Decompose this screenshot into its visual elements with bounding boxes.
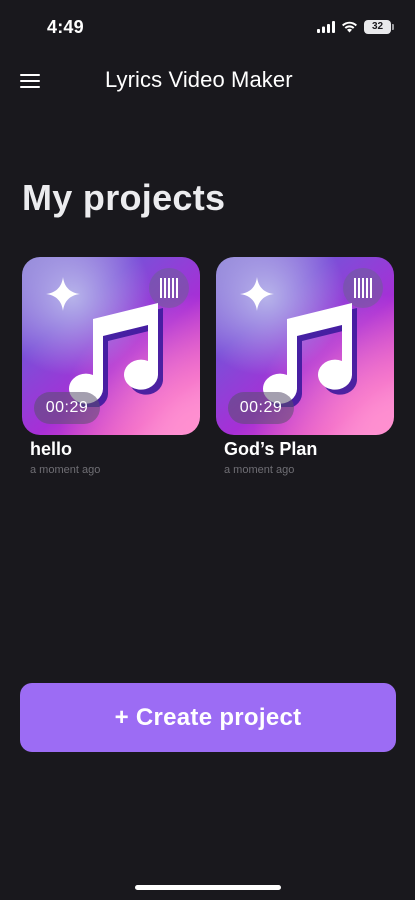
project-card[interactable]: 00:29 God’s Plan a moment ago (216, 257, 394, 476)
project-name: God’s Plan (224, 439, 318, 459)
project-updated-time: a moment ago (224, 464, 295, 476)
music-note-icon (69, 303, 163, 407)
wifi-icon (341, 21, 358, 33)
project-card[interactable]: 00:29 hello a moment ago (22, 257, 200, 476)
hamburger-menu-icon[interactable] (18, 70, 42, 92)
signal-icon (317, 21, 335, 33)
duration-badge: 00:29 (34, 392, 100, 424)
status-time: 4:49 (47, 17, 84, 37)
app-bar: Lyrics Video Maker (0, 56, 415, 106)
status-icons: 32 (317, 19, 394, 35)
project-thumbnail[interactable]: 00:29 (216, 257, 394, 435)
duration-badge: 00:29 (228, 392, 294, 424)
create-project-button[interactable]: + Create project (20, 683, 396, 752)
project-thumbnail[interactable]: 00:29 (22, 257, 200, 435)
home-indicator[interactable] (135, 885, 281, 890)
status-bar: 4:49 32 (0, 0, 415, 54)
music-note-icon (263, 303, 357, 407)
page-title: My projects (22, 177, 226, 218)
project-updated-time: a moment ago (30, 464, 101, 476)
project-name: hello (30, 439, 73, 459)
battery-icon: 32 (364, 20, 394, 34)
app-title: Lyrics Video Maker (105, 67, 293, 92)
